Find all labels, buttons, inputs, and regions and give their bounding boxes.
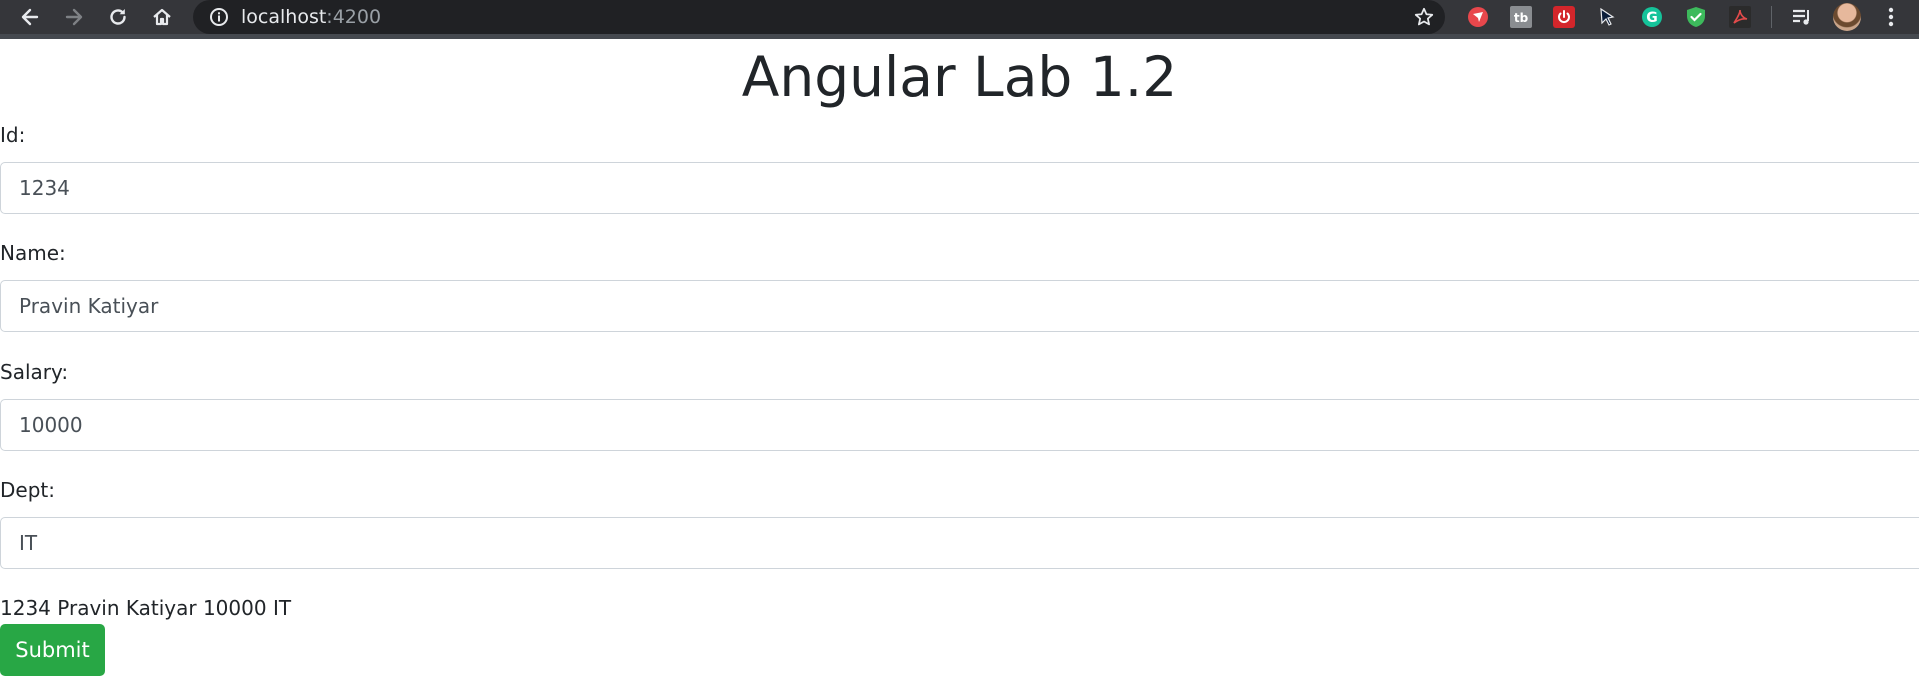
- toolbar-divider: [1771, 6, 1772, 28]
- browser-toolbar: localhost:4200 tb G: [0, 0, 1919, 39]
- red-extension-icon[interactable]: [1467, 6, 1489, 28]
- power-extension-icon[interactable]: [1553, 6, 1575, 28]
- name-field[interactable]: [0, 280, 1919, 332]
- name-label: Name:: [0, 241, 66, 265]
- home-icon[interactable]: [144, 0, 180, 34]
- cursor-extension-icon[interactable]: [1596, 6, 1618, 28]
- playlist-icon[interactable]: [1791, 6, 1813, 28]
- back-icon[interactable]: [12, 0, 48, 34]
- grammarly-letter: G: [1646, 10, 1658, 26]
- url-port: :4200: [326, 6, 382, 28]
- grammarly-icon[interactable]: G: [1641, 6, 1663, 28]
- id-field[interactable]: [0, 162, 1919, 214]
- tb-extension-icon[interactable]: tb: [1510, 6, 1532, 28]
- menu-kebab-icon[interactable]: [1880, 6, 1902, 28]
- address-bar[interactable]: localhost:4200: [193, 0, 1445, 34]
- pdf-icon[interactable]: [1729, 6, 1751, 28]
- salary-field[interactable]: [0, 399, 1919, 451]
- summary-text: 1234 Pravin Katiyar 10000 IT: [0, 596, 292, 620]
- tb-extension-label: tb: [1514, 11, 1529, 25]
- id-label: Id:: [0, 123, 26, 147]
- url-text[interactable]: localhost:4200: [241, 6, 381, 28]
- reload-icon[interactable]: [100, 0, 136, 34]
- bookmark-star-icon[interactable]: [1413, 6, 1435, 28]
- forward-icon[interactable]: [56, 0, 92, 34]
- dept-field[interactable]: [0, 517, 1919, 569]
- url-host: localhost: [241, 6, 327, 28]
- page-title: Angular Lab 1.2: [741, 45, 1178, 109]
- info-icon[interactable]: [209, 7, 229, 27]
- salary-label: Salary:: [0, 360, 69, 384]
- profile-avatar[interactable]: [1833, 3, 1861, 31]
- shield-check-icon[interactable]: [1685, 6, 1707, 28]
- submit-button[interactable]: Submit: [0, 624, 105, 676]
- dept-label: Dept:: [0, 478, 55, 502]
